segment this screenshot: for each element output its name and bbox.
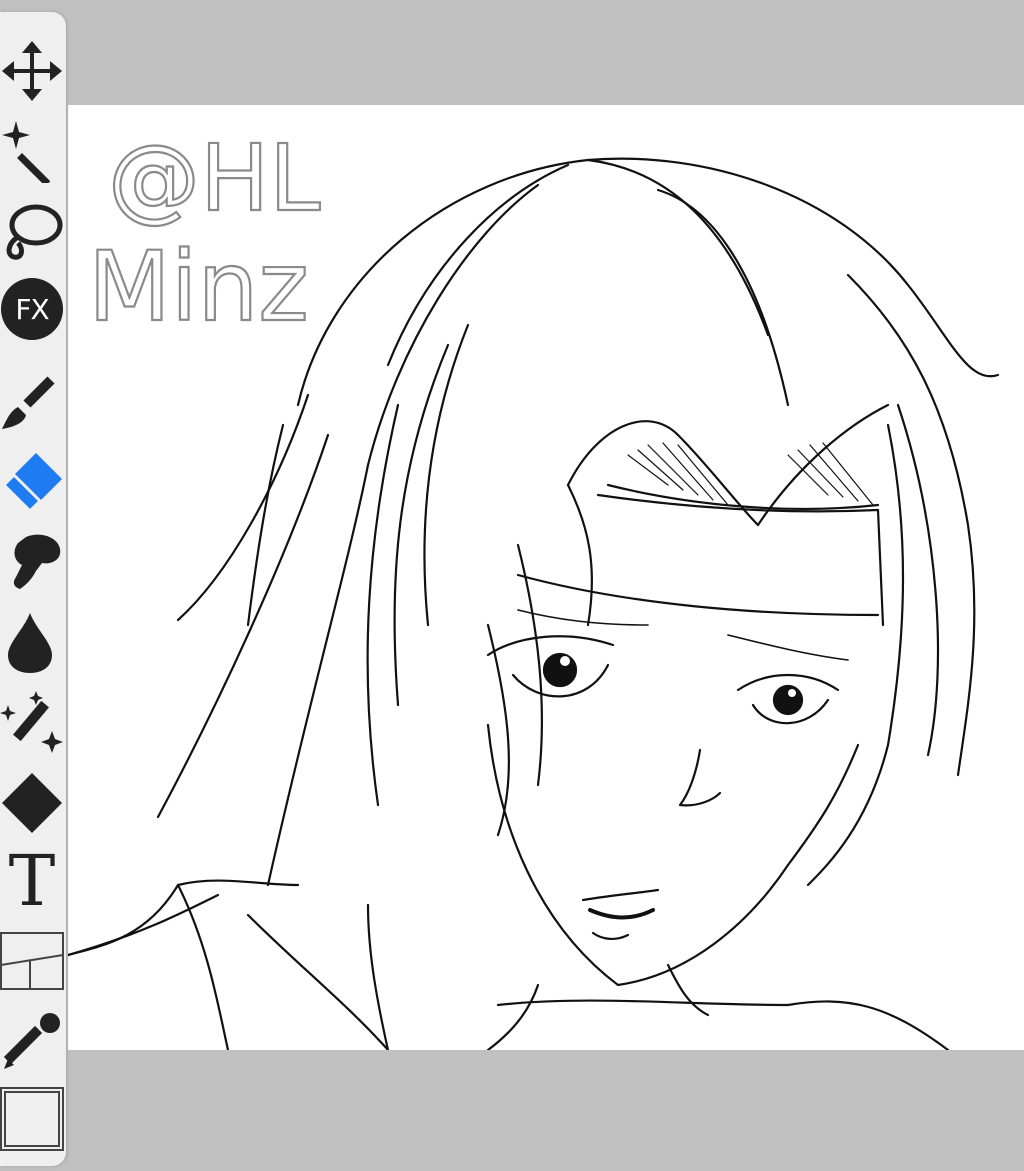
lasso-icon [6, 204, 63, 260]
eraser-tool[interactable] [0, 440, 64, 518]
fx-tool[interactable]: FX [0, 270, 64, 348]
move-arrows-icon [2, 41, 62, 101]
fx-icon: FX [1, 278, 63, 340]
transform-tool[interactable] [0, 32, 64, 110]
lasso-tool[interactable] [0, 192, 64, 270]
text-tool[interactable]: T [0, 844, 64, 922]
sparkle-pen-icon [0, 691, 63, 753]
smudge-tool[interactable] [0, 520, 64, 598]
drawing-canvas[interactable]: @HL Minz [68, 105, 1024, 1050]
fx-label: FX [15, 292, 49, 326]
watermark-line-1: @HL [108, 125, 320, 232]
frame-divider-icon [0, 932, 64, 990]
canvas-square-icon [0, 1087, 64, 1151]
water-drop-icon [8, 613, 52, 673]
tool-palette: FX T [0, 12, 66, 1166]
blur-tool[interactable] [0, 604, 64, 682]
sketch-artwork: @HL Minz [68, 124, 1000, 1050]
frame-divider-tool[interactable] [0, 922, 64, 1000]
diamond-fill-icon [2, 773, 62, 833]
eraser-icon [1, 453, 62, 511]
fill-tool[interactable] [0, 764, 64, 842]
sparkle-brush-tool[interactable] [0, 684, 64, 762]
finger-smudge-icon [13, 534, 61, 589]
eyedropper-icon [3, 1013, 60, 1069]
watermark-line-2: Minz [88, 231, 309, 343]
brush-icon [2, 376, 55, 429]
eyedropper-tool[interactable] [0, 1002, 64, 1080]
workspace[interactable]: @HL Minz [0, 0, 1024, 1171]
brush-tool[interactable] [0, 362, 64, 440]
magic-wand-icon [2, 121, 51, 183]
magic-wand-tool[interactable] [0, 112, 64, 190]
text-icon: T [8, 840, 56, 922]
canvas-settings-tool[interactable] [0, 1080, 64, 1158]
